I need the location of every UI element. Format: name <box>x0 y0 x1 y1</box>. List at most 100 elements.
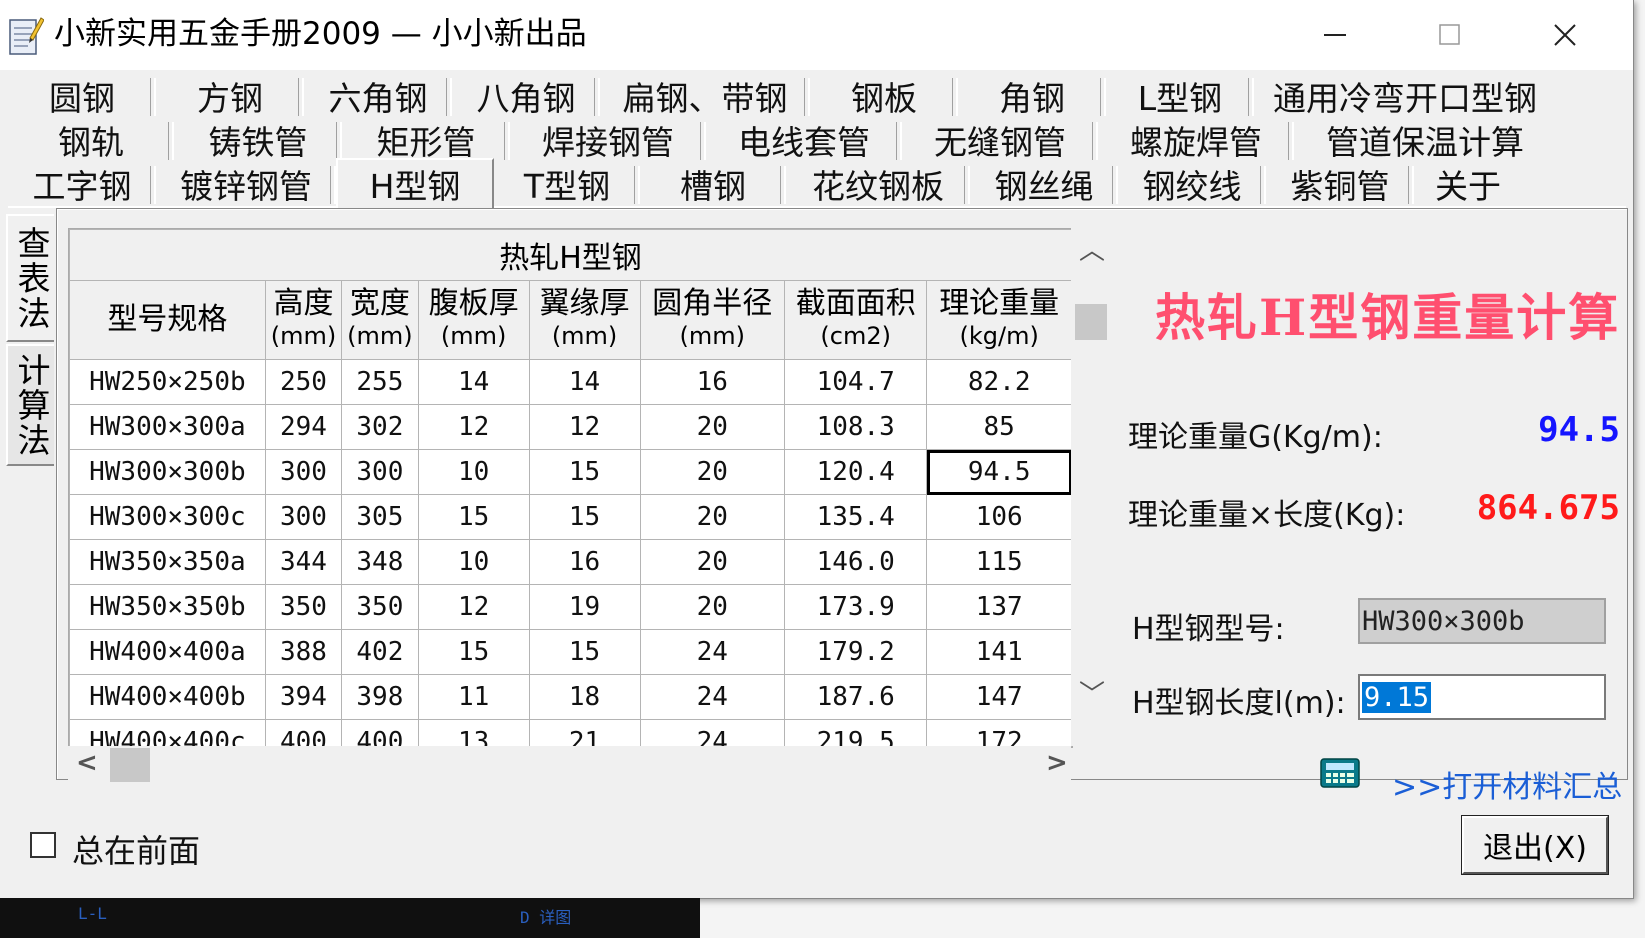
vertical-scroll-thumb[interactable] <box>1075 304 1107 340</box>
weight-cell[interactable]: 141 <box>926 629 1072 675</box>
table-cell[interactable]: 402 <box>341 629 419 675</box>
model-cell[interactable]: HW300×300a <box>69 404 266 450</box>
tab-h-beam[interactable]: H型钢 <box>336 158 494 208</box>
tab-cast-iron-pipe[interactable]: 铸铁管 <box>174 118 342 162</box>
tab-round-steel[interactable]: 圆钢 <box>8 74 156 118</box>
table-cell[interactable]: 12 <box>417 584 530 630</box>
table-cell[interactable]: 400 <box>264 719 343 747</box>
weight-cell[interactable]: 85 <box>926 404 1072 450</box>
scroll-left-icon[interactable]: < <box>76 748 98 778</box>
table-cell[interactable]: 219.5 <box>784 719 928 747</box>
table-cell[interactable]: 12 <box>417 404 530 450</box>
scroll-up-icon[interactable]: ︿ <box>1079 230 1105 267</box>
tab-l-steel[interactable]: L型钢 <box>1106 74 1254 118</box>
table-cell[interactable]: 135.4 <box>784 494 928 540</box>
tab-welded-pipe[interactable]: 焊接钢管 <box>510 118 706 162</box>
horizontal-scroll-thumb[interactable] <box>110 748 150 782</box>
table-cell[interactable]: 20 <box>639 539 786 585</box>
table-cell[interactable]: 19 <box>528 584 641 630</box>
table-cell[interactable]: 120.4 <box>784 449 928 495</box>
tab-steel-strand[interactable]: 钢绞线 <box>1118 162 1266 206</box>
length-input[interactable]: 9.15 <box>1358 674 1606 720</box>
tab-conduit[interactable]: 电线套管 <box>706 118 902 162</box>
table-row[interactable]: HW400×400a 388 402 15 15 24 179.2 141 <box>69 629 1072 675</box>
table-cell[interactable]: 300 <box>264 449 343 495</box>
table-cell[interactable]: 14 <box>528 359 641 405</box>
table-cell[interactable]: 187.6 <box>784 674 928 720</box>
tab-steel-plate[interactable]: 钢板 <box>810 74 958 118</box>
table-cell[interactable]: 398 <box>341 674 419 720</box>
tab-rectangular-pipe[interactable]: 矩形管 <box>342 118 510 162</box>
weight-cell[interactable]: 106 <box>926 494 1072 540</box>
table-cell[interactable]: 108.3 <box>784 404 928 450</box>
table-cell[interactable]: 24 <box>639 674 786 720</box>
table-row[interactable]: HW350×350b 350 350 12 19 20 173.9 137 <box>69 584 1072 630</box>
tab-octagon-steel[interactable]: 八角钢 <box>452 74 600 118</box>
table-cell[interactable]: 15 <box>417 494 530 540</box>
table-cell[interactable]: 344 <box>264 539 343 585</box>
side-tab-lookup[interactable]: 查表法 <box>6 214 54 342</box>
table-cell[interactable]: 21 <box>528 719 641 747</box>
table-row[interactable]: HW300×300b 300 300 10 15 20 120.4 94.5 <box>69 449 1072 495</box>
minimize-button[interactable] <box>1290 8 1380 62</box>
exit-button[interactable]: 退出(X) <box>1461 815 1609 875</box>
model-cell[interactable]: HW350×350b <box>69 584 266 630</box>
table-cell[interactable]: 388 <box>264 629 343 675</box>
table-cell[interactable]: 300 <box>264 494 343 540</box>
table-cell[interactable]: 24 <box>639 629 786 675</box>
tab-pipe-insulation[interactable]: 管道保温计算 <box>1294 118 1556 162</box>
table-row[interactable]: HW250×250b 250 255 14 14 16 104.7 82.2 <box>69 359 1072 405</box>
tab-galvanized-pipe[interactable]: 镀锌钢管 <box>156 162 336 206</box>
table-cell[interactable]: 15 <box>528 629 641 675</box>
table-cell[interactable]: 104.7 <box>784 359 928 405</box>
table-cell[interactable]: 18 <box>528 674 641 720</box>
tab-rail[interactable]: 钢轨 <box>8 118 174 162</box>
table-cell[interactable]: 255 <box>341 359 419 405</box>
table-cell[interactable]: 250 <box>264 359 343 405</box>
table-cell[interactable]: 16 <box>528 539 641 585</box>
tab-i-beam[interactable]: 工字钢 <box>8 162 156 206</box>
model-cell[interactable]: HW350×350a <box>69 539 266 585</box>
table-cell[interactable]: 348 <box>341 539 419 585</box>
table-cell[interactable]: 14 <box>417 359 530 405</box>
tab-channel-steel[interactable]: 槽钢 <box>640 162 786 206</box>
tab-cold-formed-steel[interactable]: 通用冷弯开口型钢 <box>1254 74 1556 118</box>
calculator-icon[interactable] <box>1320 758 1360 788</box>
weight-cell[interactable]: 82.2 <box>926 359 1072 405</box>
table-row[interactable]: HW300×300c 300 305 15 15 20 135.4 106 <box>69 494 1072 540</box>
table-cell[interactable]: 15 <box>528 449 641 495</box>
model-cell[interactable]: HW300×300c <box>69 494 266 540</box>
table-cell[interactable]: 12 <box>528 404 641 450</box>
table-cell[interactable]: 10 <box>417 539 530 585</box>
table-cell[interactable]: 350 <box>341 584 419 630</box>
tab-copper-pipe[interactable]: 紫铜管 <box>1266 162 1414 206</box>
table-cell[interactable]: 350 <box>264 584 343 630</box>
tab-flat-steel[interactable]: 扁钢、带钢 <box>600 74 810 118</box>
table-cell[interactable]: 300 <box>341 449 419 495</box>
table-cell[interactable]: 15 <box>528 494 641 540</box>
title-bar[interactable]: 小新实用五金手册2009 — 小小新出品 <box>0 0 1633 70</box>
weight-cell[interactable]: 94.5 <box>926 449 1072 495</box>
tab-square-steel[interactable]: 方钢 <box>156 74 304 118</box>
model-cell[interactable]: HW250×250b <box>69 359 266 405</box>
tab-spiral-pipe[interactable]: 螺旋焊管 <box>1098 118 1294 162</box>
scroll-down-icon[interactable]: ﹀ <box>1079 674 1105 711</box>
maximize-button[interactable] <box>1405 8 1495 62</box>
tab-about[interactable]: 关于 <box>1414 162 1522 206</box>
table-row[interactable]: HW300×300a 294 302 12 12 20 108.3 85 <box>69 404 1072 450</box>
table-cell[interactable]: 400 <box>341 719 419 747</box>
close-button[interactable] <box>1520 8 1610 62</box>
always-on-top-checkbox[interactable] <box>30 832 56 858</box>
tab-t-beam[interactable]: T型钢 <box>494 162 640 206</box>
table-cell[interactable]: 394 <box>264 674 343 720</box>
table-cell[interactable]: 16 <box>639 359 786 405</box>
table-vertical-scrollbar[interactable]: ︿ ﹀ <box>1071 228 1111 746</box>
table-cell[interactable]: 179.2 <box>784 629 928 675</box>
weight-cell[interactable]: 137 <box>926 584 1072 630</box>
table-cell[interactable]: 20 <box>639 494 786 540</box>
tab-hexagon-steel[interactable]: 六角钢 <box>304 74 452 118</box>
tab-seamless-pipe[interactable]: 无缝钢管 <box>902 118 1098 162</box>
table-cell[interactable]: 10 <box>417 449 530 495</box>
tab-wire-rope[interactable]: 钢丝绳 <box>970 162 1118 206</box>
table-row[interactable]: HW350×350a 344 348 10 16 20 146.0 115 <box>69 539 1072 585</box>
